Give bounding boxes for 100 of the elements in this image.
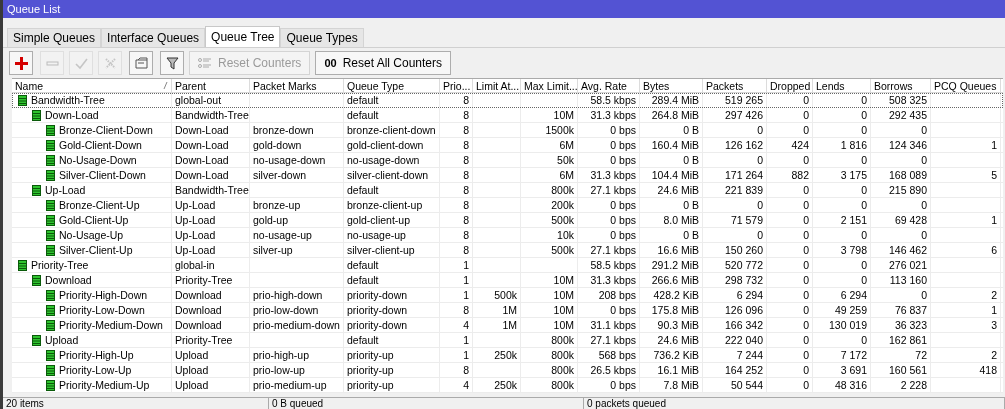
table-cell: prio-low-down	[253, 303, 319, 317]
add-button[interactable]	[9, 51, 33, 75]
column-header[interactable]: Max Limit...	[521, 79, 578, 92]
comment-button[interactable]	[129, 51, 153, 75]
table-cell: 72	[915, 348, 927, 362]
table-cell: 250k	[494, 378, 517, 392]
table-cell: Priority-Tree	[175, 273, 233, 287]
focused-row[interactable]: Bandwidth-Tree global-out default 8 58.5 kbps 289.4 MiB 519 265 0 0 508 325	[12, 93, 1003, 108]
queue-icon	[45, 349, 56, 361]
table-cell: 520 772	[725, 258, 763, 272]
table-cell: Download	[175, 318, 222, 332]
table-cell: 6M	[559, 138, 574, 152]
table-cell: 162 861	[889, 333, 927, 347]
table-cell: priority-up	[347, 348, 394, 362]
table-cell: Down-Load	[45, 108, 99, 122]
window-title: Queue List	[3, 0, 1005, 18]
tab[interactable]: Simple Queues	[7, 28, 102, 47]
table-cell: no-usage-down	[347, 153, 420, 167]
table-cell: 0	[861, 228, 867, 242]
table-cell: 160.4 MiB	[651, 138, 699, 152]
tab[interactable]: Queue Tree	[205, 26, 281, 47]
table-cell: bronze-client-up	[347, 198, 423, 212]
table-cell: 3 175	[840, 168, 867, 182]
table-cell: 0 bps	[610, 123, 636, 137]
table-cell: 31.1 kbps	[590, 318, 636, 332]
column-header[interactable]: PCQ Queues	[931, 79, 1001, 92]
table-cell: 0	[803, 198, 809, 212]
table-cell: 8	[463, 303, 469, 317]
table-cell: priority-up	[347, 363, 394, 377]
queue-icon	[31, 274, 42, 286]
table-cell: 0	[861, 123, 867, 137]
table-cell: Gold-Client-Up	[59, 213, 129, 227]
queue-icon	[31, 184, 42, 196]
table-cell: 298 732	[725, 273, 763, 287]
table-cell: 126 162	[725, 138, 763, 152]
column-header[interactable]: Bytes	[640, 79, 703, 92]
table-cell: 215 890	[889, 183, 927, 197]
column-header[interactable]: Queue Type	[344, 79, 440, 92]
table-cell: 8	[463, 363, 469, 377]
table-cell: 164 252	[725, 363, 763, 377]
tab[interactable]: Interface Queues	[101, 28, 206, 47]
table-cell: 882	[791, 168, 809, 182]
table-cell: 7 172	[840, 348, 867, 362]
column-header[interactable]: Prio...	[440, 79, 473, 92]
column-header[interactable]: Dropped	[767, 79, 813, 92]
table-cell: 130 019	[829, 318, 867, 332]
table-cell: Bandwidth-Tree	[175, 183, 249, 197]
table-cell: 276 021	[889, 258, 927, 272]
column-header[interactable]: Lends	[813, 79, 871, 92]
table-cell: 0	[803, 108, 809, 122]
table-cell: 2	[991, 288, 997, 302]
column-header[interactable]: Parent	[172, 79, 250, 92]
queue-icon	[45, 289, 56, 301]
table-cell: 1	[991, 303, 997, 317]
column-header[interactable]: Packets	[703, 79, 767, 92]
table-cell: Up-Load	[175, 198, 216, 212]
table-cell: 0	[803, 123, 809, 137]
table-cell: 0	[803, 288, 809, 302]
table-cell: Bandwidth-Tree	[175, 108, 249, 122]
table-cell: bronze-client-down	[347, 123, 436, 137]
table-cell: 0 bps	[610, 153, 636, 167]
table-cell: 0 bps	[610, 303, 636, 317]
table-cell: 2	[991, 348, 997, 362]
queue-icon	[45, 304, 56, 316]
table-cell: 1	[463, 333, 469, 347]
table-cell: silver-client-up	[347, 243, 415, 257]
column-header[interactable]: Borrows	[871, 79, 931, 92]
table-cell: 500k	[551, 213, 574, 227]
table-cell: 0	[803, 378, 809, 392]
column-header[interactable]: Limit At...	[473, 79, 521, 92]
filter-button[interactable]	[160, 51, 184, 75]
table-cell: 10M	[553, 108, 574, 122]
table-cell: 31.3 kbps	[590, 108, 636, 122]
table-cell: Priority-Medium-Down	[59, 318, 163, 332]
table-cell: 10M	[553, 288, 574, 302]
tab[interactable]: Queue Types	[280, 28, 364, 47]
table-cell: 297 426	[725, 108, 763, 122]
reset-all-counters-button[interactable]: 00 Reset All Counters	[315, 51, 451, 75]
table-cell: 508 325	[889, 93, 927, 107]
table-cell: 8	[463, 183, 469, 197]
table-cell: no-usage-up	[253, 228, 312, 242]
table-cell: 126 096	[725, 303, 763, 317]
table-cell: 800k	[551, 378, 574, 392]
table-cell: 7 244	[736, 348, 763, 362]
table-cell: 1	[463, 288, 469, 302]
column-header[interactable]: Packet Marks	[250, 79, 344, 92]
table-cell: global-in	[175, 258, 215, 272]
table-cell: 1	[991, 213, 997, 227]
table-cell: priority-down	[347, 288, 408, 302]
column-header[interactable]: Name	[12, 79, 172, 92]
table-cell: Upload	[45, 333, 79, 347]
table-cell: 27.1 kbps	[590, 333, 636, 347]
column-header[interactable]: Avg. Rate	[578, 79, 640, 92]
table-cell: 222 040	[725, 333, 763, 347]
table-cell: priority-down	[347, 318, 408, 332]
table-cell: silver-down	[253, 168, 307, 182]
table-cell: 171 264	[725, 168, 763, 182]
table-cell: 0	[861, 273, 867, 287]
queue-icon	[45, 379, 56, 391]
table-cell: prio-medium-down	[253, 318, 340, 332]
